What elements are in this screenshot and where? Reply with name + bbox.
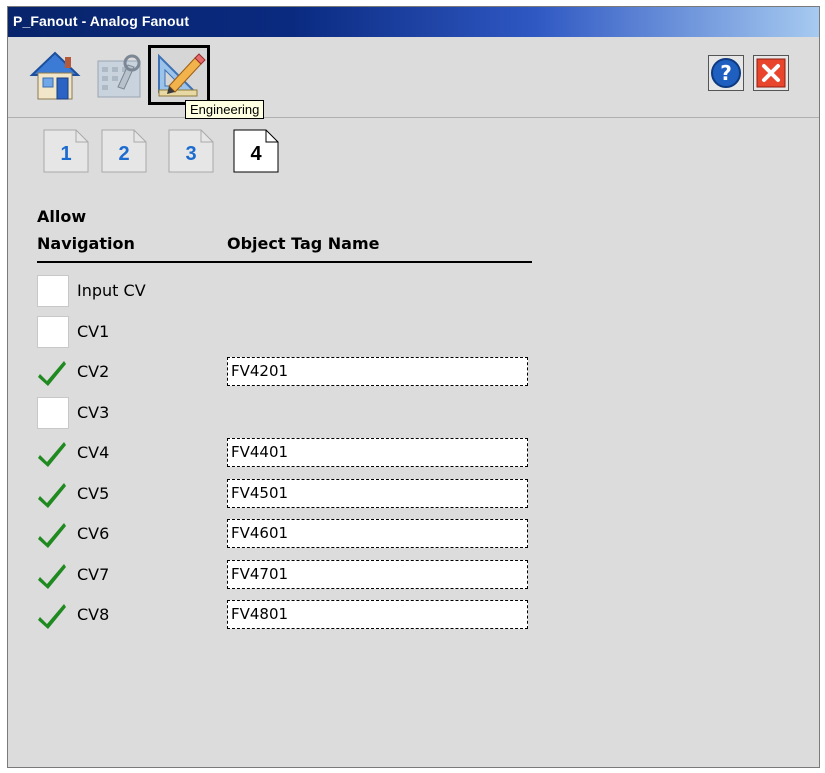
svg-text:?: ? <box>720 61 732 85</box>
allow-navigation-checkbox[interactable] <box>37 437 69 469</box>
check-icon <box>38 483 66 508</box>
page-tab-2[interactable]: 2 <box>101 129 147 173</box>
page-tab-1[interactable]: 1 <box>43 129 89 173</box>
page-number: 1 <box>60 143 72 165</box>
page-number: 2 <box>118 143 130 165</box>
object-tag-input[interactable]: FV4601 <box>227 519 528 548</box>
header-divider <box>37 261 532 263</box>
allow-navigation-checkbox[interactable] <box>37 356 69 388</box>
allow-navigation-checkbox[interactable] <box>37 518 69 550</box>
help-icon: ? <box>711 58 741 88</box>
page-number: 3 <box>185 143 197 165</box>
row-label: Input CV <box>77 281 146 300</box>
row-label: CV5 <box>77 484 110 503</box>
object-tag-input[interactable]: FV4801 <box>227 600 528 629</box>
allow-navigation-checkbox[interactable] <box>37 559 69 591</box>
check-icon <box>38 604 66 629</box>
maintenance-icon <box>97 54 141 98</box>
check-icon <box>38 361 66 386</box>
allow-header-line1: Allow <box>37 207 87 226</box>
engineering-tooltip: Engineering <box>185 100 265 119</box>
row-label: CV7 <box>77 565 110 584</box>
check-icon <box>38 564 66 589</box>
close-button[interactable] <box>753 55 789 91</box>
help-button[interactable]: ? <box>708 55 744 91</box>
page-number: 4 <box>250 143 262 165</box>
page-tab-4[interactable]: 4 <box>233 129 279 173</box>
home-button[interactable] <box>24 45 86 105</box>
home-icon <box>29 51 81 100</box>
title-bar[interactable]: P_Fanout - Analog Fanout <box>8 7 819 37</box>
allow-navigation-checkbox[interactable] <box>37 316 69 348</box>
engineering-button[interactable] <box>148 45 210 105</box>
object-tag-input[interactable]: FV4201 <box>227 357 528 386</box>
object-tag-input[interactable]: FV4501 <box>227 479 528 508</box>
check-icon <box>38 523 66 548</box>
toolbar: ? <box>8 37 819 117</box>
allow-navigation-checkbox[interactable] <box>37 275 69 307</box>
maintenance-button[interactable] <box>88 45 150 105</box>
allow-navigation-checkbox[interactable] <box>37 599 69 631</box>
allow-header-line2: Navigation <box>37 234 135 253</box>
object-tag-input[interactable]: FV4701 <box>227 560 528 589</box>
row-label: CV3 <box>77 403 110 422</box>
object-tag-input[interactable]: FV4401 <box>227 438 528 467</box>
faceplate-window: P_Fanout - Analog Fanout ? 1 2 3 4 Allow… <box>7 6 820 768</box>
row-label: CV8 <box>77 605 110 624</box>
engineering-icon <box>158 53 206 97</box>
check-icon <box>38 442 66 467</box>
row-label: CV2 <box>77 362 110 381</box>
row-label: CV6 <box>77 524 110 543</box>
allow-navigation-checkbox[interactable] <box>37 397 69 429</box>
allow-navigation-checkbox[interactable] <box>37 478 69 510</box>
window-title: P_Fanout - Analog Fanout <box>13 13 190 29</box>
object-tag-header: Object Tag Name <box>227 234 380 253</box>
row-label: CV4 <box>77 443 110 462</box>
row-label: CV1 <box>77 322 110 341</box>
page-tab-3[interactable]: 3 <box>168 129 214 173</box>
close-icon <box>756 58 786 88</box>
